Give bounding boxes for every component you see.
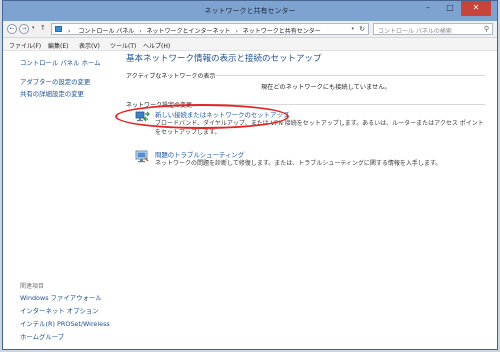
change-settings-label: ネットワーク設定の変更 [126, 102, 193, 109]
divider [191, 104, 485, 105]
breadcrumb-separator: › [68, 28, 71, 35]
breadcrumb-network-internet[interactable]: ネットワークとインターネット [147, 28, 231, 35]
address-field[interactable]: › コントロール パネル › ネットワークとインターネット › ネットワークと共… [51, 23, 369, 35]
back-button[interactable]: ← [7, 24, 17, 34]
sidebar-item-advanced-sharing[interactable]: 共有の詳細設定の変更 [20, 89, 84, 98]
minimize-button[interactable]: – [417, 1, 439, 16]
active-networks-label: アクティブなネットワークの表示 [126, 73, 216, 80]
breadcrumb: › コントロール パネル › ネットワークとインターネット › ネットワークと共… [68, 26, 321, 35]
no-network-message: 現在どのネットワークにも接続していません。 [261, 84, 391, 91]
sidebar-item-firewall[interactable]: Windows ファイアウォール [20, 293, 102, 302]
sidebar-item-control-panel-home[interactable]: コントロール パネル ホーム [20, 58, 101, 67]
related-heading: 関連項目 [20, 283, 45, 290]
up-arrow-icon[interactable]: ↑ [40, 24, 46, 32]
title-bar[interactable]: ネットワークと共有センター – □ ✕ [3, 1, 497, 21]
address-dropdown-icon[interactable]: ▾ [351, 26, 354, 32]
network-setup-icon [135, 110, 150, 123]
menu-help[interactable]: ヘルプ(H) [143, 41, 170, 50]
sidebar-item-proset-wireless[interactable]: インテル(R) PROSet/Wireless [20, 319, 110, 328]
sidebar-item-adapter-settings[interactable]: アダプターの設定の変更 [20, 77, 90, 86]
menu-view[interactable]: 表示(V) [79, 41, 100, 50]
setup-connection-link[interactable]: 新しい接続またはネットワークのセットアップ [155, 110, 289, 119]
address-bar: ← → ▾ ↑ › コントロール パネル › ネットワークとインターネット › … [3, 21, 497, 38]
close-button[interactable]: ✕ [461, 1, 491, 16]
breadcrumb-sharing-center[interactable]: ネットワークと共有センター [243, 28, 321, 35]
troubleshoot-icon [135, 150, 150, 163]
sidebar: コントロール パネル ホーム アダプターの設定の変更 共有の詳細設定の変更 関連… [3, 51, 121, 349]
breadcrumb-control-panel[interactable]: コントロール パネル [78, 28, 134, 35]
control-panel-icon [55, 26, 62, 32]
refresh-icon[interactable]: ↻ [359, 25, 365, 33]
troubleshoot-desc: ネットワークの問題を診断して修復します。または、トラブルシューティングに関する情… [155, 160, 442, 167]
search-placeholder: コントロール パネルの検索 [378, 28, 452, 35]
forward-button[interactable]: → [19, 24, 29, 34]
window: ネットワークと共有センター – □ ✕ ← → ▾ ↑ › コントロール パネル… [2, 0, 498, 350]
breadcrumb-separator[interactable]: › [139, 28, 141, 35]
maximize-button[interactable]: □ [439, 1, 461, 16]
menu-edit[interactable]: 編集(E) [48, 41, 68, 50]
setup-connection-desc: ブロードバンド、ダイヤルアップ、または VPN 接続をセットアップします。あるい… [155, 120, 484, 136]
breadcrumb-separator[interactable]: › [235, 28, 237, 35]
search-icon[interactable]: ⚲ [484, 25, 489, 33]
recent-pages-dropdown-icon[interactable]: ▾ [32, 25, 35, 31]
troubleshoot-link[interactable]: 問題のトラブルシューティング [155, 150, 244, 159]
search-input[interactable]: コントロール パネルの検索 ⚲ [373, 23, 493, 35]
page-title: 基本ネットワーク情報の表示と接続のセットアップ [126, 54, 322, 64]
sidebar-item-homegroup[interactable]: ホームグループ [20, 332, 64, 341]
sidebar-item-internet-options[interactable]: インターネット オプション [20, 306, 99, 315]
menu-bar: ファイル(F) 編集(E) 表示(V) ツール(T) ヘルプ(H) [3, 38, 497, 51]
content-area: コントロール パネル ホーム アダプターの設定の変更 共有の詳細設定の変更 関連… [3, 51, 497, 349]
menu-tools[interactable]: ツール(T) [110, 41, 136, 50]
main-panel: 基本ネットワーク情報の表示と接続のセットアップ アクティブなネットワークの表示 … [115, 51, 497, 349]
menu-file[interactable]: ファイル(F) [9, 41, 41, 50]
divider [211, 75, 485, 76]
